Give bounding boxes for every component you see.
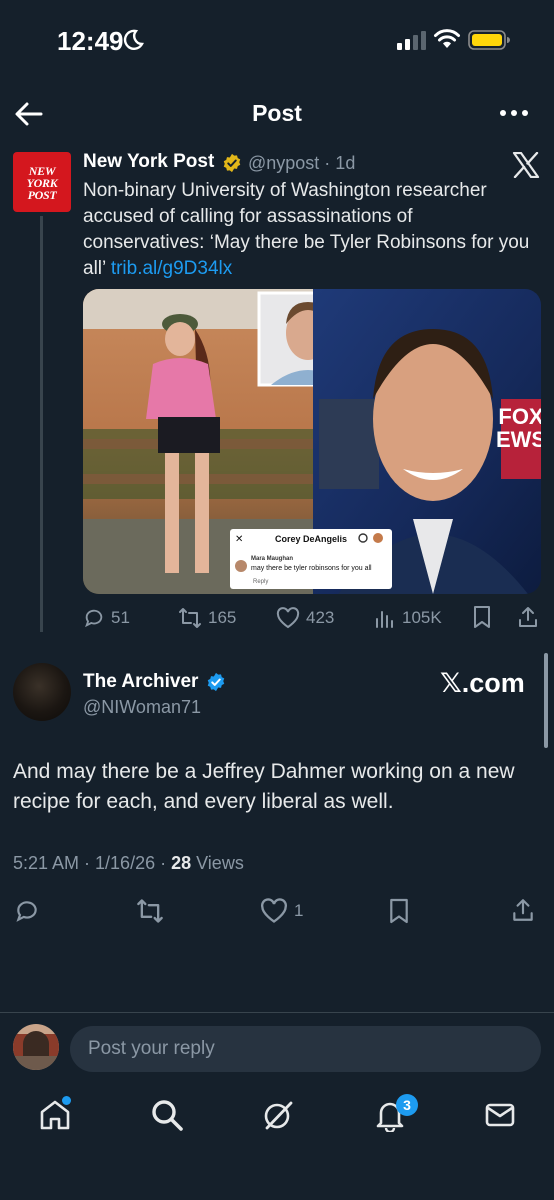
views-button[interactable]: 105K — [374, 605, 442, 631]
heart-icon — [261, 898, 287, 923]
fox-news-logo-text: FOX — [498, 404, 541, 429]
tweet-views-count: 28 — [171, 853, 192, 873]
views-chart-icon — [376, 611, 393, 628]
repost-icon — [179, 608, 201, 628]
reply-icon — [85, 609, 103, 628]
tweet-views-label: Views — [191, 853, 244, 873]
share-icon[interactable] — [510, 897, 536, 923]
quoted-tweet-text: Non-binary University of Washington rese… — [83, 178, 539, 282]
reply-button[interactable]: 51 — [83, 605, 130, 631]
nypost-logo-icon: NEW YORK POST — [27, 164, 59, 202]
thread-connector-line — [40, 216, 43, 632]
grok-icon[interactable] — [261, 1098, 295, 1132]
author-name-text: New York Post — [83, 151, 215, 172]
heart-icon — [276, 607, 300, 629]
like-button[interactable]: 423 — [276, 605, 334, 631]
author-name[interactable]: New York Post — [83, 151, 214, 173]
repost-icon[interactable] — [136, 898, 164, 924]
svg-text:✕: ✕ — [235, 534, 243, 545]
status-time: 12:49 — [57, 26, 124, 56]
svg-text:EWS: EWS — [496, 427, 541, 452]
battery-icon — [468, 30, 510, 50]
author-handle-time: @nypost · 1d — [248, 153, 356, 173]
home-notification-dot — [62, 1096, 71, 1105]
archiver-avatar[interactable] — [13, 663, 71, 721]
reply-bar-divider — [0, 1012, 554, 1013]
article-link[interactable]: trib.al/g9D34lx — [111, 258, 232, 279]
moon-icon — [123, 29, 144, 50]
messages-mail-icon[interactable] — [483, 1098, 517, 1132]
tweet-timestamp: 5:21 AM · 1/16/26 · — [13, 853, 172, 873]
x-logo-icon — [512, 152, 540, 178]
xcom-watermark: 𝕏.com — [440, 668, 525, 698]
overlay-reply: Reply — [253, 579, 268, 585]
reply-input[interactable] — [70, 1026, 541, 1072]
scrollbar[interactable] — [544, 653, 548, 748]
nypost-avatar[interactable]: NEW YORK POST — [13, 152, 71, 212]
share-icon[interactable] — [516, 605, 540, 629]
bookmark-icon[interactable] — [388, 897, 410, 925]
main-like-count: 1 — [294, 901, 304, 920]
reply-icon[interactable] — [14, 898, 40, 924]
cellular-signal-icon — [397, 31, 426, 50]
overlay-comment: may there be tyler robinsons for you all — [251, 565, 372, 572]
svg-text:POST: POST — [28, 188, 58, 202]
main-author-handle: @NIWoman71 — [83, 697, 201, 717]
tweet-media-image[interactable]: FOX EWS ✕ Corey DeAngelis Mara Maughan m… — [83, 289, 541, 594]
main-author-name[interactable]: The Archiver — [83, 671, 198, 693]
main-tweet-text: And may there be a Jeffrey Dahmer workin… — [13, 760, 515, 813]
overlay-commenter: Mara Maughan — [251, 556, 293, 562]
repost-button[interactable]: 165 — [178, 605, 236, 631]
search-icon[interactable] — [150, 1098, 184, 1132]
overlay-title: Corey DeAngelis — [275, 534, 347, 544]
repost-count: 165 — [208, 608, 237, 627]
verified-badge-icon — [207, 672, 225, 692]
user-avatar-image — [13, 1024, 59, 1070]
notifications-badge: 3 — [396, 1094, 418, 1116]
bookmark-icon[interactable] — [472, 605, 492, 629]
like-count: 423 — [306, 608, 335, 627]
wifi-icon — [434, 29, 460, 48]
verified-gold-badge-icon — [223, 153, 241, 173]
views-count: 105K — [402, 608, 442, 627]
tweet-metadata: 5:21 AM · 1/16/26 · 28 Views — [13, 853, 244, 874]
user-avatar[interactable] — [13, 1024, 59, 1070]
main-like-button[interactable]: 1 — [260, 898, 303, 924]
more-options-icon[interactable] — [498, 103, 530, 123]
media-collage: FOX EWS ✕ Corey DeAngelis Mara Maughan m… — [83, 289, 541, 594]
page-title: Post — [252, 100, 302, 126]
reply-count: 51 — [111, 608, 130, 627]
